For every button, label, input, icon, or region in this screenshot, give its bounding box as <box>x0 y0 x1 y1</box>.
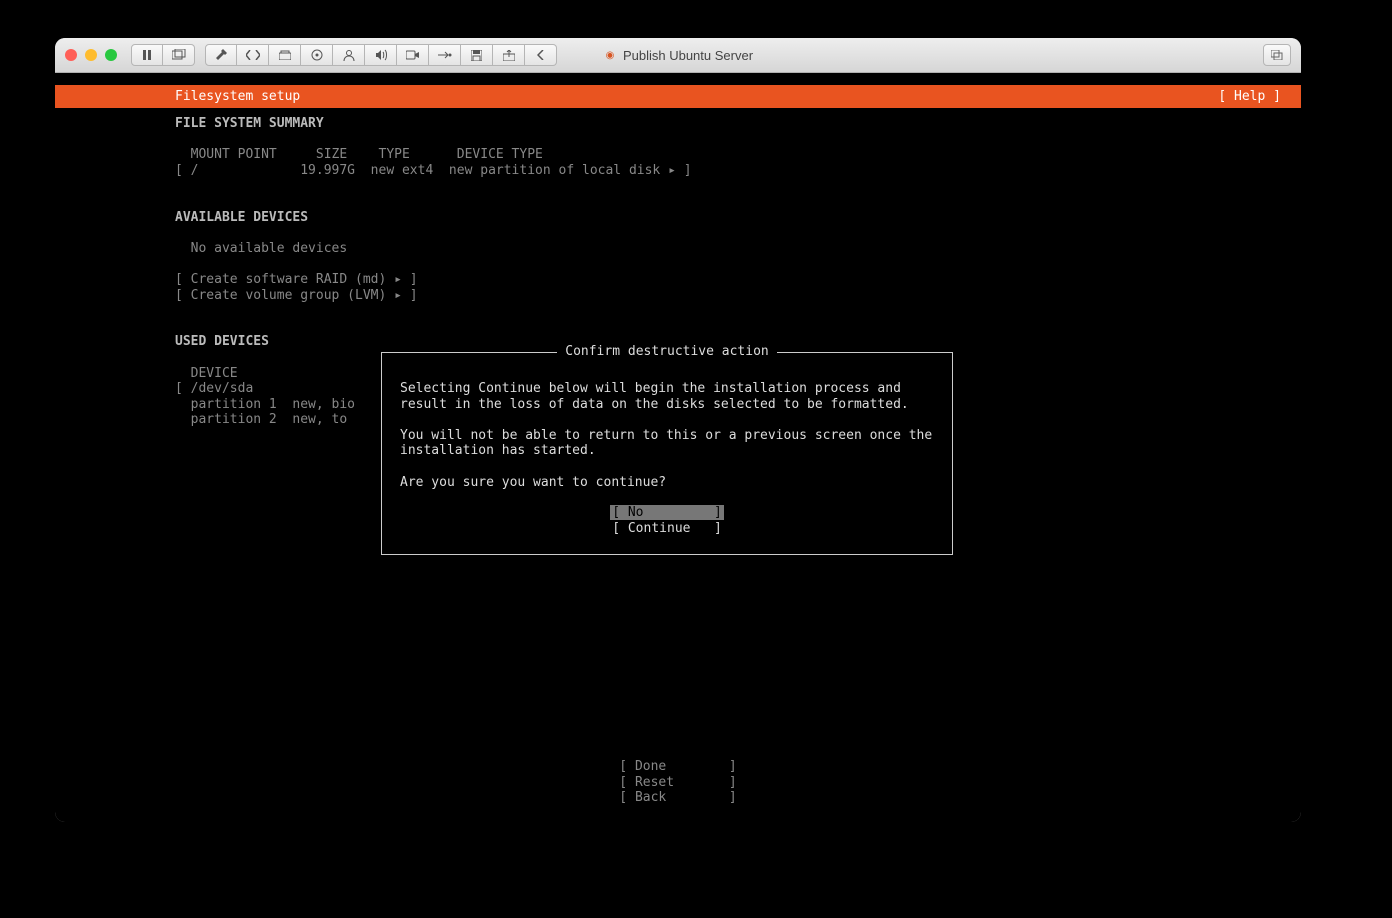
save-icon[interactable] <box>461 44 493 66</box>
no-devices-text: No available devices <box>175 241 347 256</box>
partition-2: partition 2 new, to <box>175 412 347 427</box>
dialog-p3: Are you sure you want to continue? <box>400 475 666 490</box>
snapshot-button[interactable] <box>163 44 195 66</box>
available-heading: AVAILABLE DEVICES <box>175 210 308 225</box>
zoom-icon[interactable] <box>105 49 117 61</box>
black-spacer <box>55 73 1301 85</box>
fs-table-row-root[interactable]: [ / 19.997G new ext4 new partition of lo… <box>175 163 692 178</box>
used-table-header: DEVICE <box>175 366 238 381</box>
vm-window: ◉ Publish Ubuntu Server Filesystem setup… <box>55 38 1301 822</box>
user-icon[interactable] <box>333 44 365 66</box>
window-title-text: Publish Ubuntu Server <box>623 48 753 63</box>
device-sda[interactable]: [ /dev/sda <box>175 381 253 396</box>
window-traffic-lights <box>65 49 117 61</box>
chevron-left-icon[interactable] <box>525 44 557 66</box>
back-button[interactable]: [ Back ] <box>619 790 736 805</box>
terminal-area: Filesystem setup [ Help ] FILE SYSTEM SU… <box>55 85 1301 822</box>
continue-button[interactable]: [ Continue ] <box>612 521 722 536</box>
dialog-p2: You will not be able to return to this o… <box>400 428 940 459</box>
dialog-title: Confirm destructive action <box>557 344 777 360</box>
fullscreen-button[interactable] <box>1263 44 1291 66</box>
share-icon[interactable] <box>493 44 525 66</box>
help-button[interactable]: [ Help ] <box>1218 89 1291 105</box>
cdrom-icon[interactable] <box>301 44 333 66</box>
wrench-icon[interactable] <box>205 44 237 66</box>
partition-1: partition 1 new, bio <box>175 397 355 412</box>
reset-button[interactable]: [ Reset ] <box>619 775 736 790</box>
dialog-p1: Selecting Continue below will begin the … <box>400 381 909 412</box>
usb-icon[interactable] <box>429 44 461 66</box>
create-lvm-button[interactable]: [ Create volume group (LVM) ▸ ] <box>175 288 418 303</box>
ubuntu-icon: ◉ <box>603 48 617 62</box>
sound-icon[interactable] <box>365 44 397 66</box>
create-raid-button[interactable]: [ Create software RAID (md) ▸ ] <box>175 272 418 287</box>
code-icon[interactable] <box>237 44 269 66</box>
confirm-dialog: Confirm destructive action Selecting Con… <box>381 352 953 555</box>
no-button[interactable]: [ No ] <box>610 505 724 520</box>
window-titlebar: ◉ Publish Ubuntu Server <box>55 38 1301 73</box>
used-heading: USED DEVICES <box>175 334 269 349</box>
pause-button[interactable] <box>131 44 163 66</box>
footer-buttons: [ Done ] [ Reset ] [ Back ] <box>55 759 1301 806</box>
done-button[interactable]: [ Done ] <box>619 759 736 774</box>
close-icon[interactable] <box>65 49 77 61</box>
disk-icon[interactable] <box>269 44 301 66</box>
fs-table-header: MOUNT POINT SIZE TYPE DEVICE TYPE <box>175 147 543 162</box>
minimize-icon[interactable] <box>85 49 97 61</box>
camera-icon[interactable] <box>397 44 429 66</box>
page-title: Filesystem setup <box>175 89 300 105</box>
fs-summary-heading: FILE SYSTEM SUMMARY <box>175 116 324 131</box>
installer-header: Filesystem setup [ Help ] <box>55 85 1301 108</box>
